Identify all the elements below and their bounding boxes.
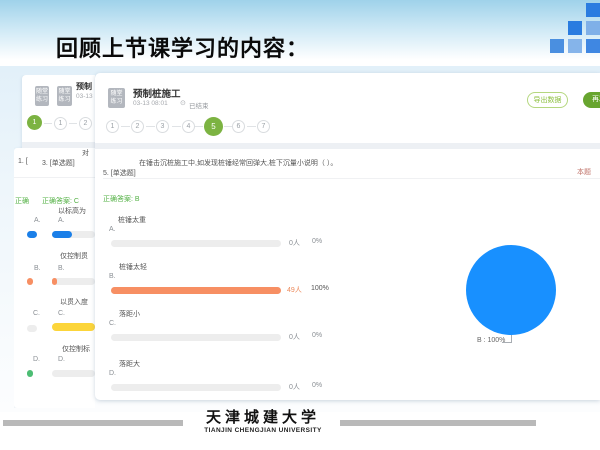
university-name-cn: 天津城建大学 <box>180 406 346 427</box>
result-bar-track <box>111 334 281 341</box>
pie-label: B : 100% <box>477 337 505 344</box>
presentation-slide: 回顾上节课学习的内容： 随堂 练习 随堂 练习 预制 03-13 1 1 2 对… <box>0 0 600 450</box>
page-1[interactable]: 1 <box>106 120 119 133</box>
option-text: 桩锤太轻 <box>119 262 147 272</box>
option-percent: 0% <box>312 332 322 339</box>
back-option-letter: D. <box>58 356 65 363</box>
exercise-badge: 随堂 练习 <box>108 88 125 108</box>
footer-rule-right <box>340 420 536 426</box>
page-4[interactable]: 4 <box>182 120 195 133</box>
option-count: 0人 <box>289 382 300 392</box>
back-page-selected[interactable]: 1 <box>27 115 42 130</box>
option-text: 桩锤太重 <box>118 215 146 225</box>
result-bar-orange <box>52 278 57 285</box>
result-bar-track <box>52 370 95 377</box>
quiz-title: 预制桩施工 <box>133 86 181 100</box>
university-name-en: TIANJIN CHENGJIAN UNIVERSITY <box>180 427 346 434</box>
option-count: 0人 <box>289 238 300 248</box>
deco-square <box>586 3 600 17</box>
result-bar-blue <box>52 231 72 238</box>
republish-button[interactable]: 再次发布 <box>583 92 600 108</box>
page-7[interactable]: 7 <box>257 120 270 133</box>
correct-answer-label: 正确答案: B <box>103 194 140 204</box>
back-option-letter: D. <box>33 356 40 363</box>
result-bar-track <box>52 278 95 285</box>
back-option-text: 以贯入度 <box>60 297 88 307</box>
status-badge: 已结束 <box>189 100 209 110</box>
back-q3-label: 3. [单选题] <box>42 158 75 168</box>
option-percent: 0% <box>312 382 322 389</box>
result-bar-track <box>27 325 37 332</box>
footer-rule-left <box>3 420 183 426</box>
page-6[interactable]: 6 <box>232 120 245 133</box>
page-2[interactable]: 2 <box>131 120 144 133</box>
result-bar-orange <box>111 287 281 294</box>
deco-square <box>550 39 564 53</box>
deco-square <box>586 21 600 35</box>
result-bar-blue <box>27 231 37 238</box>
exercise-badge: 随堂 练习 <box>57 86 72 106</box>
option-percent: 0% <box>312 238 322 245</box>
back-answer-label: 正确答案: C <box>42 196 79 206</box>
back-option-letter: C. <box>58 310 65 317</box>
back-page[interactable]: 2 <box>79 117 92 130</box>
back-page[interactable]: 1 <box>54 117 67 130</box>
page-connector <box>44 123 52 124</box>
deco-square <box>568 39 582 53</box>
back-option-text: 仅控制标 <box>62 344 90 354</box>
option-percent: 100% <box>311 285 329 292</box>
page-connector <box>121 126 130 127</box>
result-bar-green <box>27 370 33 377</box>
page-5-selected[interactable]: 5 <box>204 117 223 136</box>
divider <box>103 178 600 179</box>
side-note[interactable]: 本题 <box>577 167 599 177</box>
page-title: 回顾上节课学习的内容： <box>56 31 309 63</box>
page-connector <box>146 126 155 127</box>
exercise-badge: 随堂 练习 <box>35 86 49 106</box>
deco-square <box>568 21 582 35</box>
option-text: 落距小 <box>119 309 140 319</box>
back-option-letter: C. <box>33 310 40 317</box>
result-bar-yellow <box>52 323 95 331</box>
back-option-letter: B. <box>58 265 65 272</box>
back-option-letter: B. <box>34 265 41 272</box>
quiz-result-panel: 随堂 练习 预制桩施工 03-13 08:01 ⊙ 已结束 导出数据 再次发布 … <box>95 73 600 400</box>
page-connector <box>247 126 256 127</box>
option-letter: C. <box>109 320 116 327</box>
option-count: 0人 <box>289 332 300 342</box>
option-text: 落距大 <box>119 359 140 369</box>
question-text: 在锤击沉桩施工中,如发现桩锤经常回弹大,桩下沉量小说明（ ）。 <box>139 158 337 168</box>
divider <box>14 177 95 178</box>
back-question-text: 对 <box>82 148 95 158</box>
deco-square <box>586 39 600 53</box>
page-connector <box>69 123 77 124</box>
back-answer-partial: 正确 <box>15 196 29 206</box>
back-option-text: 仅控制贯 <box>60 251 88 261</box>
background-quiz-panels: 随堂 练习 随堂 练习 预制 03-13 1 1 2 对 1. [ 3. [单选… <box>14 75 95 408</box>
back-option-text: 以标高为 <box>58 206 86 216</box>
page-connector <box>195 126 203 127</box>
export-data-button[interactable]: 导出数据 <box>527 92 568 108</box>
question-label: 5. [单选题] <box>103 168 136 178</box>
option-count: 49人 <box>287 285 302 295</box>
option-letter: A. <box>109 226 116 233</box>
page-connector <box>224 126 232 127</box>
back-quiz-title: 预制 <box>76 81 92 92</box>
result-bar-track <box>111 384 281 391</box>
section-divider <box>95 143 600 149</box>
option-letter: B. <box>109 273 116 280</box>
back-quiz-date: 03-13 <box>76 93 93 100</box>
quiz-datetime: 03-13 08:01 <box>133 100 168 107</box>
pie-chart <box>466 245 556 335</box>
result-bar-orange <box>27 278 33 285</box>
back-option-letter: A. <box>58 217 65 224</box>
result-bar-track <box>111 240 281 247</box>
page-3[interactable]: 3 <box>156 120 169 133</box>
option-letter: D. <box>109 370 116 377</box>
clock-icon: ⊙ <box>180 99 186 107</box>
back-q1-label: 1. [ <box>18 158 28 165</box>
page-connector <box>172 126 181 127</box>
back-option-letter: A. <box>34 217 41 224</box>
